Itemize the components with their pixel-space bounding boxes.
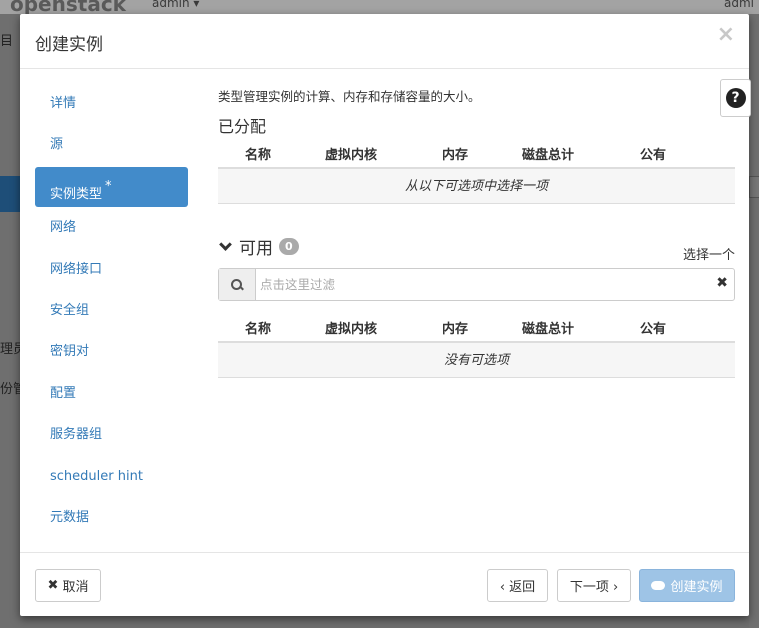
column-header-name[interactable]: 名称 [245,144,271,163]
background-user-menu: admin ▾ [152,0,200,10]
available-empty-row: 没有可选项 [218,343,735,378]
background-sidebar [0,14,20,628]
nav-item-key-pair[interactable]: 密钥对 [35,332,188,372]
column-header-public[interactable]: 公有 [640,144,666,163]
background-sidebar-active [0,176,20,212]
allocated-table: 名称 虚拟内核 内存 磁盘总计 公有 从以下可选项中选择一项 [218,135,735,204]
next-label: 下一项 › [569,580,619,595]
select-one-hint: 选择一个 [682,248,735,263]
filter-input[interactable] [257,269,697,300]
column-header-ram[interactable]: 内存 [442,318,468,337]
available-toggle[interactable]: 可用 0 [218,234,299,259]
available-table: 名称 虚拟内核 内存 磁盘总计 公有 没有可选项 [218,309,735,378]
available-title: 可用 [239,239,273,259]
background-sidebar-fragment: 目 [0,34,14,49]
nav-item-label: 详情 [50,96,77,111]
cloud-upload-icon [651,581,666,590]
nav-item-scheduler-hints[interactable]: scheduler hint [35,457,188,497]
chevron-down-icon [219,237,232,251]
allocated-empty-row: 从以下可选项中选择一项 [218,169,735,204]
close-icon: ✖ [47,578,59,593]
column-header-vcpus[interactable]: 虚拟内核 [325,144,377,163]
available-count-badge: 0 [279,238,299,255]
modal-footer: ✖ 取消 ‹ 返回 下一项 › 创建实例 [20,552,749,616]
close-icon[interactable]: × [717,24,735,46]
filter-box: ✖ [218,268,735,301]
back-label: ‹ 返回 [499,580,536,595]
nav-item-label: 元数据 [50,509,90,525]
modal-title: 创建实例 [35,35,103,55]
nav-item-security-groups[interactable]: 安全组 [35,291,188,331]
column-header-total-disk[interactable]: 磁盘总计 [522,318,574,337]
step-description: 类型管理实例的计算、内存和存储容量的大小。 [218,89,481,104]
table-header: 名称 虚拟内核 内存 磁盘总计 公有 [218,309,735,343]
next-button[interactable]: 下一项 › [557,569,631,602]
nav-item-networks[interactable]: 网络 [35,208,188,248]
nav-item-label: 源 [50,137,64,153]
nav-item-label: 服务器组 [50,427,103,443]
column-header-ram[interactable]: 内存 [442,144,468,163]
search-icon [231,278,243,291]
background-topbar: openstack admin ▾ admi [0,0,759,16]
required-marker: * [105,178,112,194]
cancel-button[interactable]: ✖ 取消 [35,569,101,602]
modal-header: 创建实例 × [20,14,749,69]
launch-label: 创建实例 [670,580,723,595]
search-addon [219,269,256,300]
column-header-vcpus[interactable]: 虚拟内核 [325,318,377,337]
column-header-total-disk[interactable]: 磁盘总计 [522,144,574,163]
nav-item-label: 配置 [50,385,77,401]
background-right-tab [749,176,759,198]
nav-item-label: 密钥对 [50,344,90,360]
nav-item-label: scheduler hint [50,468,143,484]
column-header-name[interactable]: 名称 [245,318,271,337]
launch-instance-button[interactable]: 创建实例 [639,569,735,602]
nav-item-label: 实例类型 [50,186,103,202]
nav-item-details[interactable]: 详情 [35,84,188,124]
allocated-title: 已分配 [218,117,267,136]
back-button[interactable]: ‹ 返回 [487,569,548,602]
wizard-nav: 详情 源 实例类型* 网络 网络接口 安全组 密钥对 配置 服务器组 sched… [35,84,188,539]
nav-item-server-groups[interactable]: 服务器组 [35,415,188,455]
help-button[interactable]: ? [720,79,751,117]
nav-item-label: 网络 [50,220,77,236]
nav-item-network-ports[interactable]: 网络接口 [35,250,188,290]
nav-item-flavor[interactable]: 实例类型* [35,166,188,207]
nav-item-label: 网络接口 [50,261,103,277]
column-header-public[interactable]: 公有 [640,318,666,337]
clear-filter-icon[interactable]: ✖ [716,275,728,291]
background-user-menu-right: admi [724,0,754,10]
table-header: 名称 虚拟内核 内存 磁盘总计 公有 [218,135,735,169]
nav-item-configuration[interactable]: 配置 [35,374,188,414]
launch-instance-dialog: 创建实例 × 详情 源 实例类型* 网络 网络接口 安全组 密钥对 配置 服务器… [20,14,751,616]
nav-item-label: 安全组 [50,302,90,318]
cancel-label: 取消 [62,580,89,595]
help-icon: ? [725,88,746,108]
nav-item-metadata[interactable]: 元数据 [35,498,188,538]
nav-item-source[interactable]: 源 [35,125,188,165]
